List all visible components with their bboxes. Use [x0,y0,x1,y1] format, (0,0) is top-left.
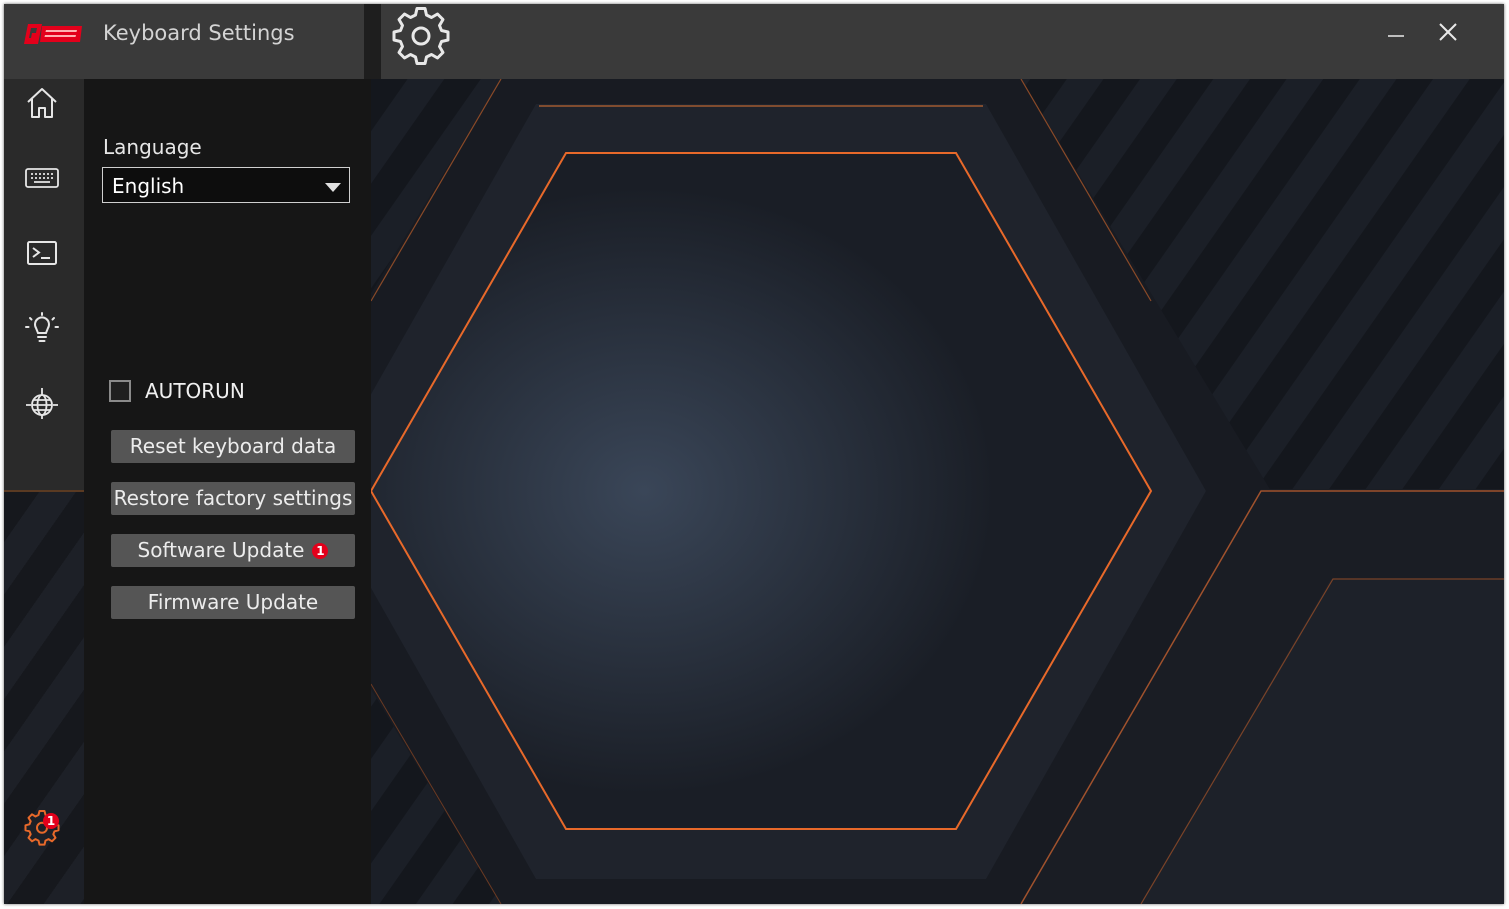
sidebar-nav: 1 [4,79,84,904]
sidebar-nav-upper [4,79,84,490]
restore-factory-settings-label: Restore factory settings [113,486,353,510]
app-window: Keyboard Settings 1 Language English AUT… [4,4,1504,904]
hexagon-artwork [371,79,1504,904]
brand-logo [24,24,82,44]
title-bar-main [381,4,1504,79]
reset-keyboard-data-button[interactable]: Reset keyboard data [111,430,355,463]
title-bar: Keyboard Settings [4,4,364,79]
software-update-badge: 1 [312,543,329,559]
hero-background [371,79,1504,904]
app-title: Keyboard Settings [103,21,295,45]
language-select-value: English [112,174,185,198]
terminal-macro-icon[interactable] [24,235,60,271]
autorun-checkbox[interactable] [109,380,131,402]
globe-network-icon[interactable] [24,385,60,421]
settings-notification-badge: 1 [43,813,59,829]
keyboard-icon[interactable] [24,160,60,196]
software-update-button[interactable]: Software Update 1 [111,534,355,567]
language-label: Language [103,135,202,159]
reset-keyboard-data-label: Reset keyboard data [129,434,337,458]
software-update-label: Software Update [137,538,305,562]
lightbulb-icon[interactable] [24,310,60,346]
title-bar-divider [364,4,381,79]
autorun-label[interactable]: AUTORUN [145,379,245,403]
firmware-update-button[interactable]: Firmware Update [111,586,355,619]
home-icon[interactable] [24,85,60,121]
restore-factory-settings-button[interactable]: Restore factory settings [111,482,355,515]
settings-panel: Language English AUTORUN Reset keyboard … [84,79,371,904]
close-button[interactable] [1426,14,1470,54]
minimize-button[interactable] [1374,14,1418,54]
gear-icon [392,7,450,65]
firmware-update-label: Firmware Update [147,590,319,614]
language-select[interactable]: English [102,167,350,203]
chevron-down-icon [325,183,341,192]
